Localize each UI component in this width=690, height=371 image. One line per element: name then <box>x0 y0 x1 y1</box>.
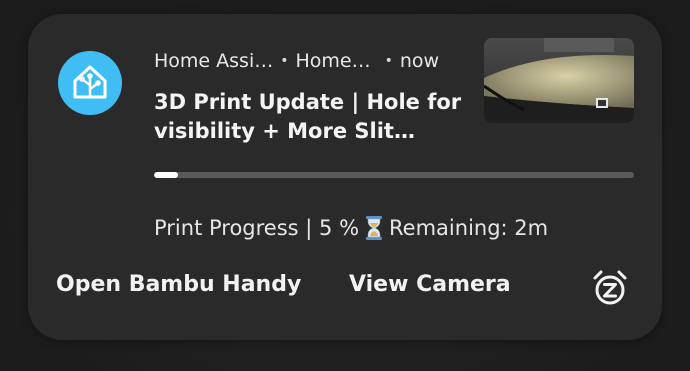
view-camera-button[interactable]: View Camera <box>349 272 511 297</box>
snooze-alarm-icon[interactable] <box>590 268 630 308</box>
remaining-text: Remaining: 2m <box>389 216 549 240</box>
camera-thumbnail <box>484 38 634 123</box>
sub-source: Home… <box>295 50 371 72</box>
open-bambu-handy-button[interactable]: Open Bambu Handy <box>56 272 301 297</box>
print-progress-bar <box>154 172 634 178</box>
notification-shade: Home Assi… • Home… • now 3D Print Update… <box>0 0 690 371</box>
notification-body: Print Progress | 5 % Remaining: 2m <box>154 215 548 241</box>
hourglass-icon <box>365 215 383 241</box>
app-name: Home Assi… <box>154 50 274 72</box>
progress-text: Print Progress | 5 % <box>154 216 360 240</box>
header-separator: • <box>384 53 393 69</box>
timestamp: now <box>399 50 440 72</box>
notification-title: 3D Print Update | Hole for visibility + … <box>154 90 462 143</box>
header-separator: • <box>280 53 289 69</box>
print-progress-fill <box>154 172 178 178</box>
home-assistant-icon <box>58 51 122 115</box>
notification-header: Home Assi… • Home… • now <box>154 48 439 74</box>
